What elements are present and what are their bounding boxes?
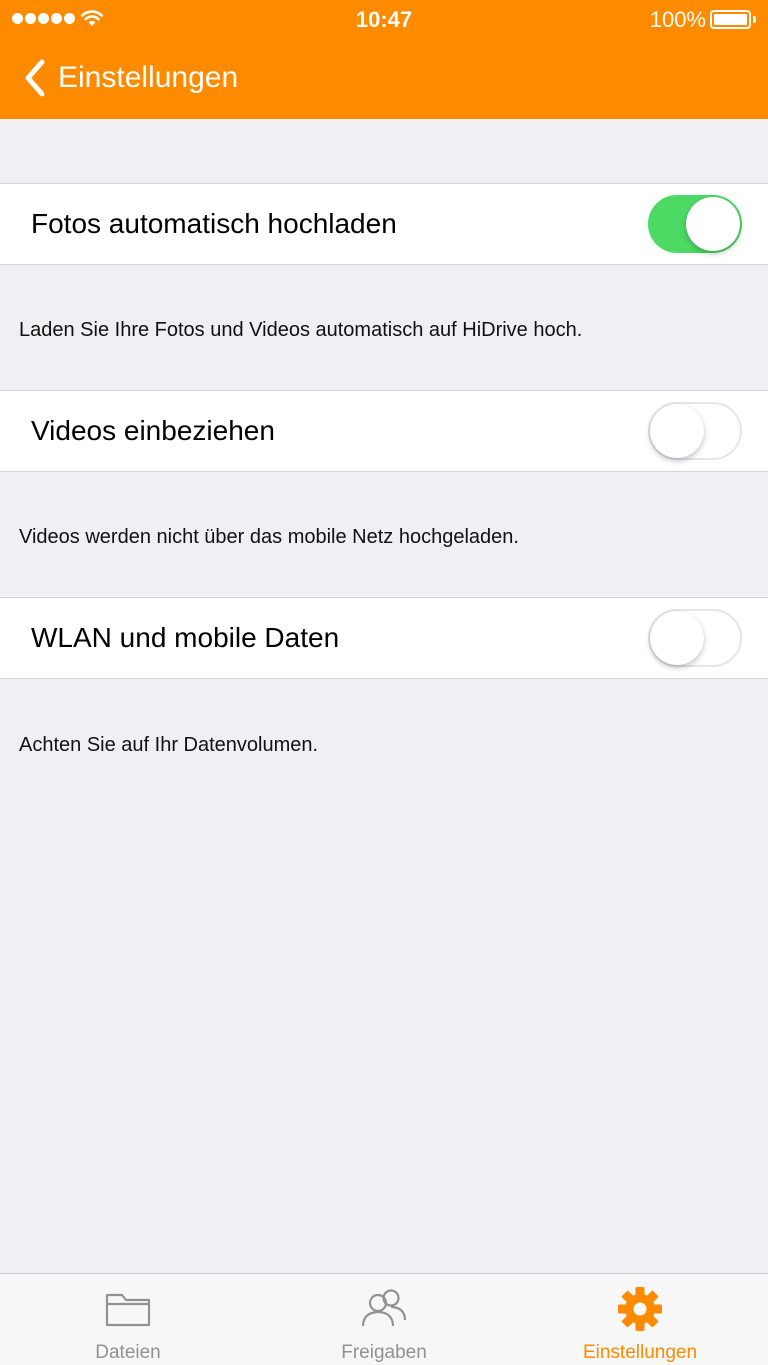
setting-row-wlan-mobile-data: WLAN und mobile Daten — [0, 597, 768, 679]
battery-percentage: 100% — [649, 7, 706, 32]
setting-row-auto-upload-photos: Fotos automatisch hochladen — [0, 183, 768, 265]
setting-label: Fotos automatisch hochladen — [31, 208, 397, 239]
setting-footnote: Laden Sie Ihre Fotos und Videos automati… — [19, 319, 583, 341]
include-videos-toggle[interactable] — [648, 402, 742, 460]
battery-icon — [710, 10, 756, 29]
wlan-mobile-data-toggle[interactable] — [648, 609, 742, 667]
tab-label: Freigaben — [341, 1342, 427, 1363]
tab-label: Einstellungen — [582, 1342, 698, 1363]
back-button[interactable]: Einstellungen — [20, 56, 238, 100]
tab-einstellungen[interactable]: Einstellungen — [512, 1274, 768, 1365]
tab-dateien[interactable]: Dateien — [0, 1274, 256, 1365]
setting-label: WLAN und mobile Daten — [31, 622, 340, 653]
folder-icon — [105, 1293, 151, 1327]
status-bar: 10:47 100% — [0, 0, 768, 40]
people-icon — [361, 1289, 407, 1327]
setting-footnote: Achten Sie auf Ihr Datenvolumen. — [19, 734, 319, 756]
setting-row-include-videos: Videos einbeziehen — [0, 390, 768, 472]
setting-label: Videos einbeziehen — [31, 415, 275, 446]
navigation-header: 10:47 100% Einstellungen — [0, 0, 768, 119]
auto-upload-photos-toggle[interactable] — [648, 195, 742, 253]
tab-freigaben[interactable]: Freigaben — [256, 1274, 512, 1365]
tab-label: Dateien — [95, 1342, 161, 1363]
chevron-left-icon — [25, 59, 45, 97]
setting-footnote: Videos werden nicht über das mobile Netz… — [19, 526, 519, 548]
tab-bar: Dateien Freigaben Einstellungen — [0, 1273, 768, 1365]
gear-icon — [618, 1287, 662, 1331]
back-button-label: Einstellungen — [58, 61, 239, 94]
